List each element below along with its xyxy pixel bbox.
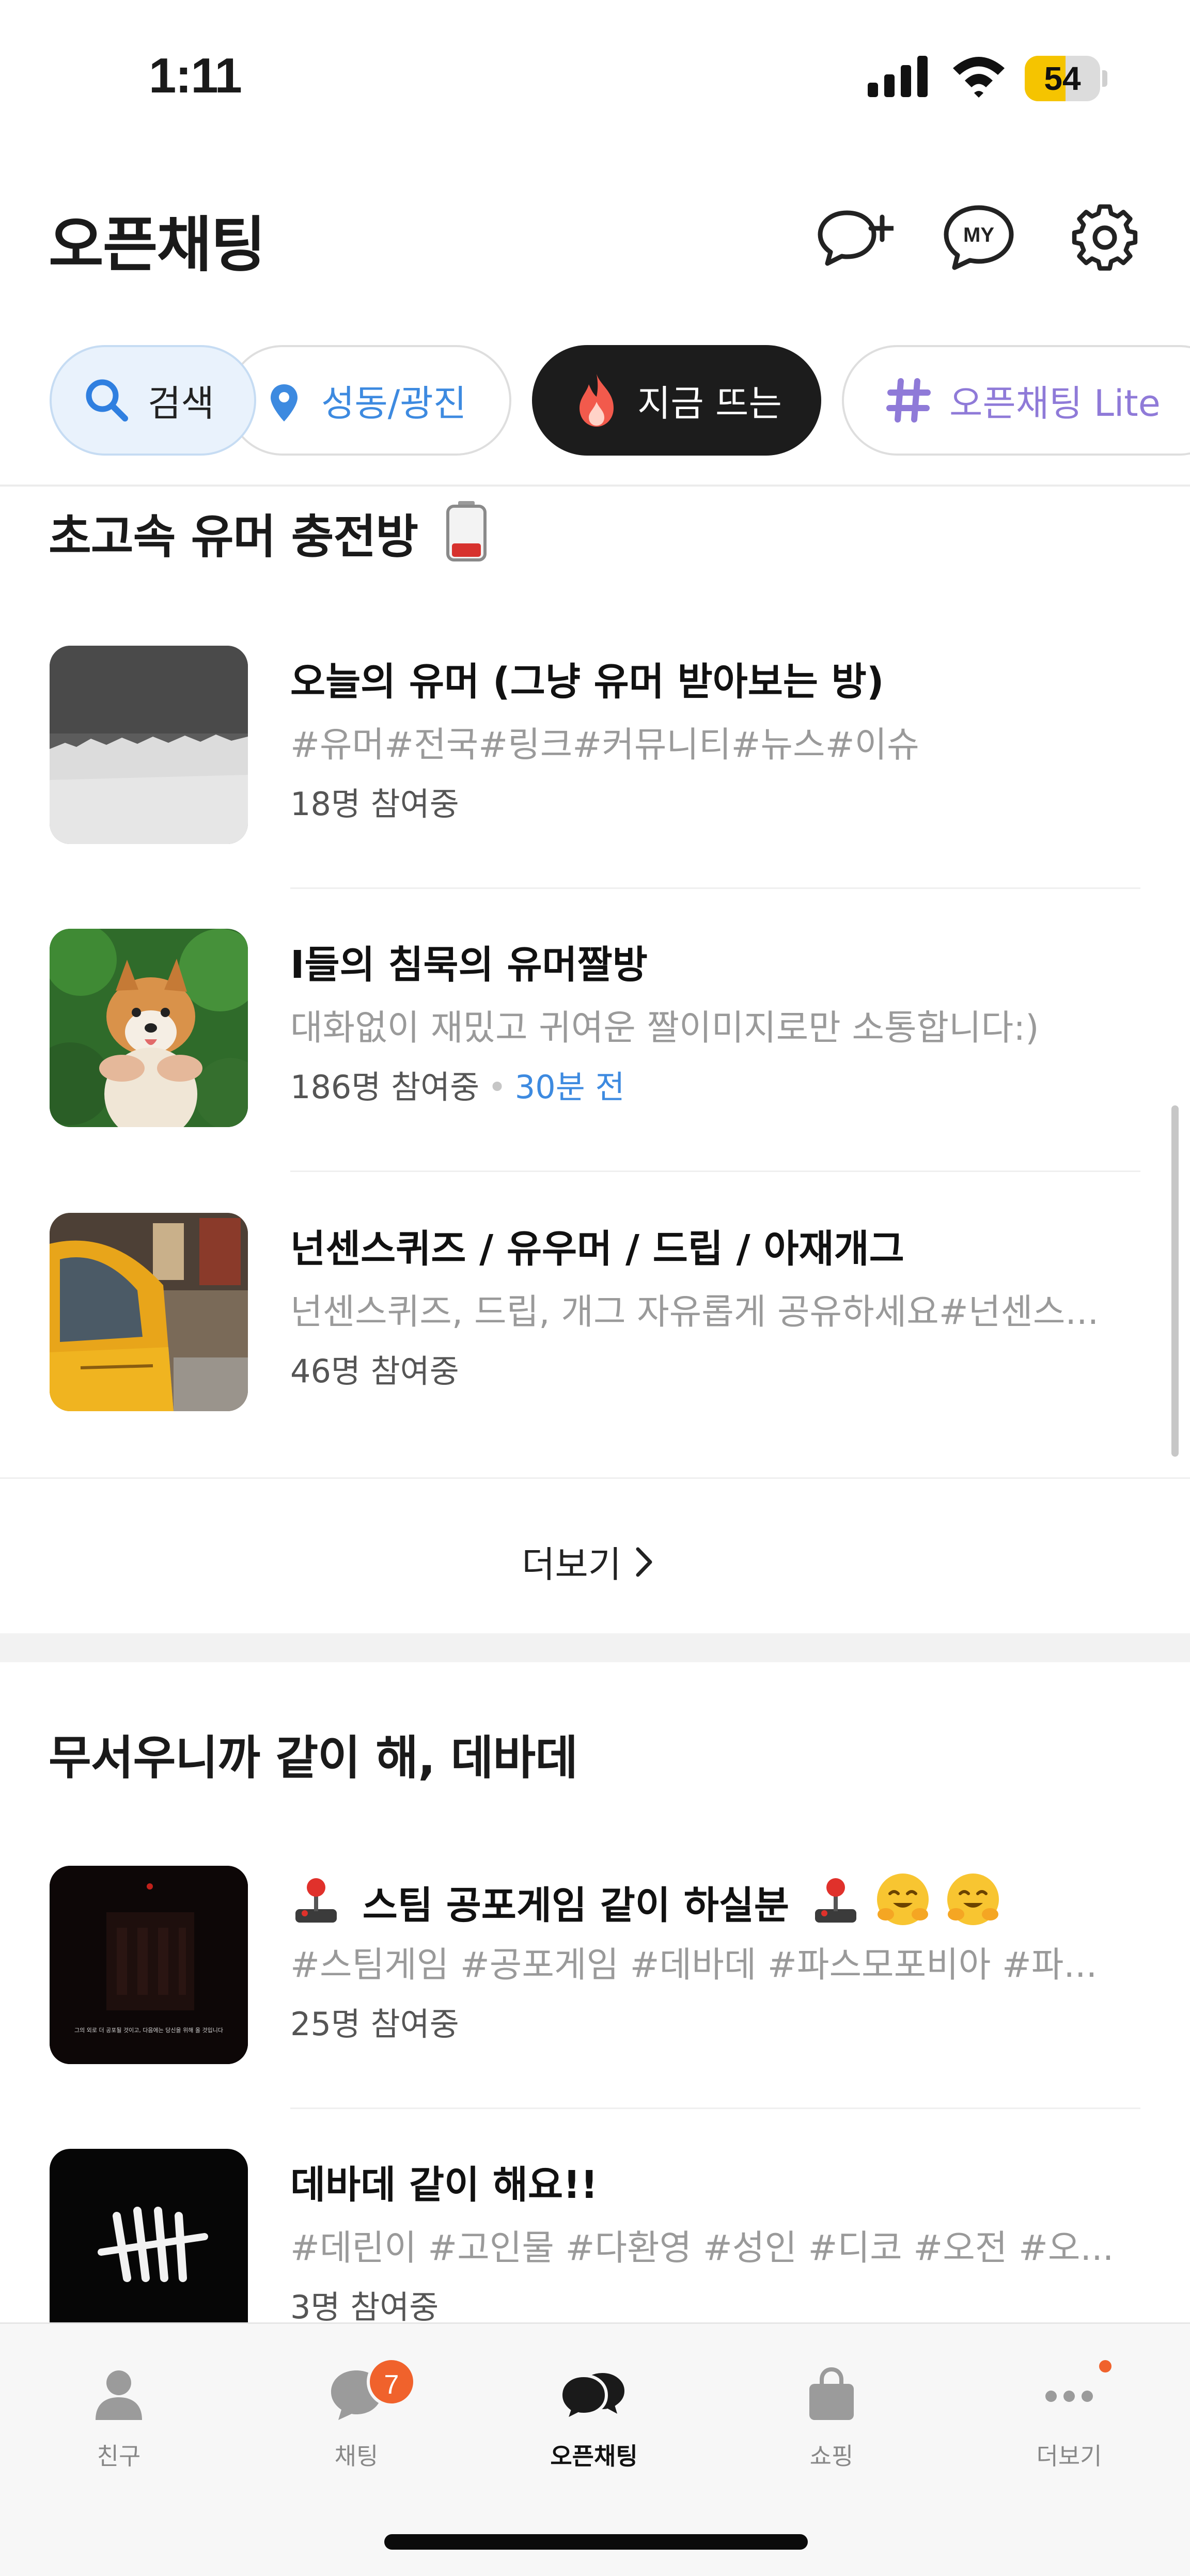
more-dots-icon	[1045, 2391, 1093, 2402]
svg-text:MY: MY	[963, 224, 994, 246]
list-item[interactable]: 오늘의 유머 (그냥 유머 받아보는 방) #유머#전국#링크#커뮤니티#뉴스#…	[0, 646, 1190, 930]
room-meta: 18명 참여중	[290, 778, 459, 824]
row-divider	[290, 2107, 1140, 2109]
list-item[interactable]: I들의 침묵의 유머짤방 대화없이 재밌고 귀여운 짤이미지로만 소통합니다:)…	[0, 929, 1190, 1213]
room-title: 스팀 공포게임 같이 하실분	[290, 1871, 1001, 1930]
nav-friends-label: 친구	[97, 2442, 141, 2470]
nav-friends[interactable]: 친구	[41, 2345, 196, 2479]
filter-lite-label: 오픈채팅 Lite	[949, 382, 1161, 425]
divider	[0, 485, 1190, 487]
filter-bar: 성동/광진 검색 지금 뜨는 오픈채팅 Lite	[0, 345, 1190, 456]
person-icon	[96, 2370, 142, 2420]
nav-more-label: 더보기	[1036, 2442, 1102, 2470]
nav-chats-label: 채팅	[334, 2442, 379, 2470]
scrollbar[interactable]	[1171, 1105, 1179, 1457]
hashtag-icon	[886, 378, 931, 423]
member-count: 46명 참여중	[290, 1352, 459, 1390]
room-meta: 186명 참여중 • 30분 전	[290, 1061, 624, 1107]
hugging-face-icon	[947, 1874, 999, 1925]
room-description: 대화없이 재밌고 귀여운 짤이미지로만 소통합니다:)	[290, 1008, 1039, 1049]
section-divider	[0, 1633, 1190, 1662]
home-indicator[interactable]	[384, 2534, 808, 2550]
room-description: #데린이 #고인물 #다환영 #성인 #디코 #오전 #오...	[290, 2228, 1114, 2269]
add-chat-icon[interactable]	[816, 201, 894, 274]
member-count: 18명 참여중	[290, 785, 459, 823]
section-title-dbd: 무서우니까 같이 해, 데바데	[49, 1731, 578, 1785]
joystick-icon	[295, 1878, 337, 1923]
room-thumbnail	[50, 646, 248, 844]
filter-trending-label: 지금 뜨는	[637, 382, 782, 425]
battery-percent: 54	[1044, 60, 1081, 97]
more-label: 더보기	[522, 1543, 622, 1586]
list-item[interactable]: 넌센스퀴즈 / 유우머 / 드립 / 아재개그 넌센스퀴즈, 드립, 개그 자유…	[0, 1213, 1190, 1497]
more-button[interactable]: 더보기	[522, 1536, 657, 1588]
my-profile-icon[interactable]: MY	[940, 201, 1017, 274]
list-item[interactable]: 그의 외로 더 공포될 것이고, 다음에는 당신을 위해 올 것입니다 스팀 공…	[0, 1866, 1190, 2150]
nav-chats[interactable]: 7 채팅	[279, 2345, 434, 2479]
room-title: 데바데 같이 해요!!	[290, 2163, 598, 2207]
room-thumbnail	[50, 2149, 248, 2347]
section-title-humor: 초고속 유머 충전방	[49, 499, 492, 566]
room-thumbnail	[50, 929, 248, 1127]
battery-charging-icon	[446, 501, 487, 561]
meta-separator: •	[488, 1068, 507, 1106]
room-title: 오늘의 유머 (그냥 유머 받아보는 방)	[290, 660, 884, 704]
more-section: 더보기	[0, 1477, 1190, 1632]
filter-search[interactable]: 검색	[50, 345, 256, 456]
room-meta: 25명 참여중	[290, 1998, 459, 2044]
battery-icon: 54	[1025, 56, 1107, 101]
search-icon	[86, 379, 128, 421]
wifi-icon	[953, 57, 1005, 98]
filter-trending[interactable]: 지금 뜨는	[532, 345, 821, 456]
chevron-right-icon	[636, 1547, 652, 1576]
member-count: 3명 참여중	[290, 2288, 439, 2326]
filter-openchat-lite[interactable]: 오픈채팅 Lite	[842, 345, 1190, 456]
page-title: 오픈채팅	[49, 210, 266, 280]
room-description: #스팀게임 #공포게임 #데바데 #파스모포비아 #파...	[290, 1945, 1098, 1986]
row-divider	[290, 1170, 1140, 1172]
thumbnail-caption: 그의 외로 더 공포될 것이고, 다음에는 당신을 위해 올 것입니다	[74, 2027, 223, 2034]
nav-shopping[interactable]: 쇼핑	[754, 2345, 909, 2479]
new-indicator-dot	[1099, 2360, 1111, 2372]
room-meta: 46명 참여중	[290, 1345, 459, 1392]
nav-shopping-label: 쇼핑	[809, 2442, 854, 2470]
joystick-icon	[815, 1878, 856, 1923]
status-time: 1:11	[149, 48, 242, 103]
last-active-time: 30분 전	[514, 1068, 625, 1106]
room-thumbnail	[50, 1213, 248, 1411]
status-bar: 1:11 54	[0, 0, 1190, 155]
shopping-bag-icon	[809, 2367, 854, 2420]
fire-icon	[580, 374, 614, 427]
room-meta: 3명 참여중	[290, 2281, 439, 2328]
row-divider	[290, 887, 1140, 889]
nav-more[interactable]: 더보기	[992, 2345, 1147, 2479]
settings-gear-icon[interactable]	[1066, 201, 1144, 274]
member-count: 25명 참여중	[290, 2005, 459, 2043]
room-thumbnail: 그의 외로 더 공포될 것이고, 다음에는 당신을 위해 올 것입니다	[50, 1866, 248, 2064]
location-pin-icon	[271, 384, 298, 421]
filter-region-label: 성동/광진	[321, 382, 467, 425]
room-description: 넌센스퀴즈, 드립, 개그 자유롭게 공유하세요#넌센스...	[290, 1292, 1099, 1333]
filter-search-label: 검색	[148, 382, 214, 425]
nav-openchat[interactable]: 오픈채팅	[516, 2345, 671, 2479]
hugging-face-icon	[877, 1874, 929, 1925]
room-title: 넌센스퀴즈 / 유우머 / 드립 / 아재개그	[290, 1227, 904, 1271]
cellular-signal-icon	[868, 56, 928, 97]
member-count: 186명 참여중	[290, 1068, 480, 1106]
room-description: #유머#전국#링크#커뮤니티#뉴스#이슈	[290, 725, 919, 766]
room-title: I들의 침묵의 유머짤방	[290, 943, 648, 987]
unread-badge: 7	[367, 2357, 416, 2407]
openchat-bubbles-icon	[559, 2369, 628, 2422]
nav-openchat-label: 오픈채팅	[550, 2442, 638, 2470]
